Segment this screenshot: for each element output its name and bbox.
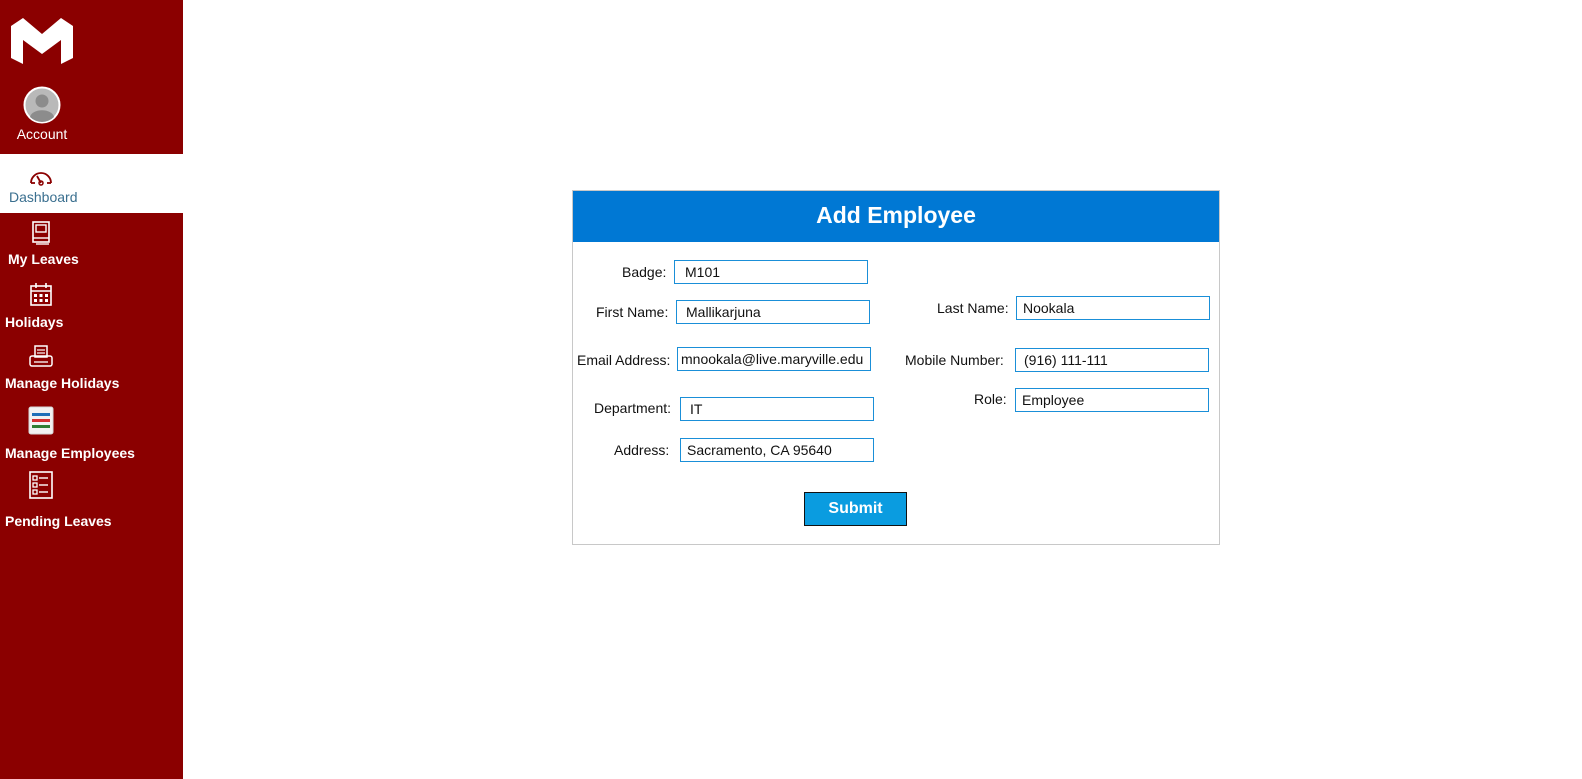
printer-icon [29,345,53,367]
address-input[interactable] [680,438,874,462]
sidebar-item-manage-employees[interactable]: Manage Employees [0,406,183,464]
badge-input[interactable] [674,260,868,284]
sidebar-item-label: Manage Holidays [5,375,120,391]
badge-label: Badge: [622,264,667,280]
role-input[interactable] [1015,388,1209,412]
first-name-label: First Name: [596,304,669,320]
account-button[interactable]: Account [0,86,84,142]
sidebar-item-label: Manage Employees [5,445,135,461]
last-name-input[interactable] [1016,296,1210,320]
sidebar: Account Dashboard My Leaves Holidays Man… [0,0,183,779]
notebook-icon [32,221,50,245]
department-label: Department: [594,400,672,416]
address-label: Address: [614,442,670,458]
speedometer-icon [30,172,52,186]
first-name-input[interactable] [676,300,870,324]
email-input[interactable] [677,347,871,371]
sidebar-item-label: My Leaves [8,251,79,267]
mobile-number-label: Mobile Number: [905,352,1004,368]
employee-list-icon [28,406,54,435]
sidebar-item-dashboard[interactable]: Dashboard [0,154,183,213]
submit-button[interactable]: Submit [804,492,907,526]
email-label: Email Address: [577,352,671,368]
account-label: Account [16,126,68,142]
sidebar-item-manage-holidays[interactable]: Manage Holidays [0,344,183,396]
sidebar-item-label: Holidays [5,314,64,330]
department-input[interactable] [680,397,874,421]
sidebar-item-pending-leaves[interactable]: Pending Leaves [0,470,183,530]
last-name-label: Last Name: [937,300,1009,316]
sidebar-item-label: Pending Leaves [5,513,112,529]
mobile-number-input[interactable] [1015,348,1209,372]
user-avatar-icon [23,86,61,124]
calendar-icon [30,283,52,306]
add-employee-form: Add Employee Badge: First Name: Last Nam… [572,190,1220,545]
sidebar-item-label: Dashboard [9,189,78,205]
role-label: Role: [974,391,1007,407]
checklist-icon [29,471,53,499]
sidebar-item-my-leaves[interactable]: My Leaves [0,220,183,270]
form-title: Add Employee [573,191,1219,242]
maryville-logo[interactable] [9,16,75,66]
sidebar-item-holidays[interactable]: Holidays [0,282,183,332]
